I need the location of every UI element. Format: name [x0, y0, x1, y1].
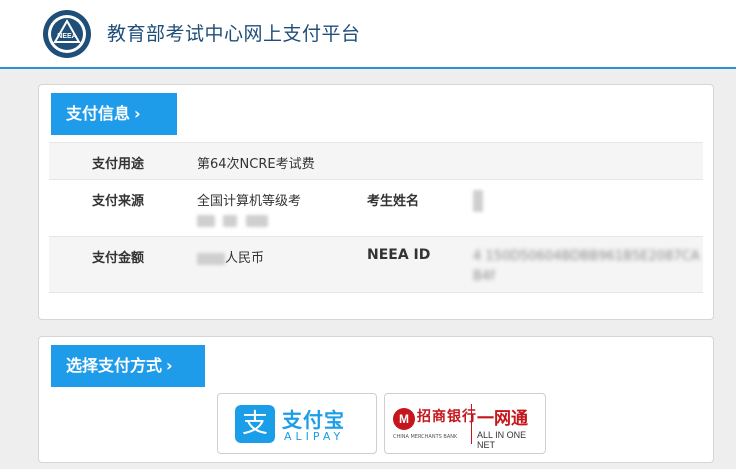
source-label: 支付来源: [92, 194, 145, 209]
chevron-right-icon: ›: [166, 356, 173, 375]
amount-label: 支付金额: [92, 251, 145, 266]
amount-redacted: [197, 252, 225, 265]
alipay-button[interactable]: 支 支付宝 ALIPAY: [217, 393, 377, 454]
table-row: 支付用途 第64次NCRE考试费: [49, 142, 703, 179]
site-header: NEEA 教育部考试中心网上支付平台: [0, 0, 736, 69]
source-value-redacted: [197, 212, 268, 230]
cmb-product-name: 一网通: [477, 409, 528, 429]
cmb-product-sub: ALL IN ONE NET: [477, 430, 527, 450]
alipay-sub: ALIPAY: [284, 430, 345, 443]
candidate-name-label: 考生姓名: [367, 194, 420, 209]
chevron-right-icon: ›: [134, 104, 141, 123]
payment-info-title: 支付信息: [66, 104, 131, 123]
logo-text: NEEA: [57, 33, 76, 40]
payment-method-panel: 选择支付方式 › 支 支付宝 ALIPAY M 招商银行 CHINA MERCHA…: [38, 336, 714, 463]
source-value: 全国计算机等级考: [197, 194, 302, 209]
payment-method-title: 选择支付方式: [66, 356, 163, 375]
cmb-divider: [471, 404, 472, 444]
cmb-english-name: CHINA MERCHANTS BANK: [393, 434, 458, 440]
amount-currency: 人民币: [225, 251, 265, 266]
neea-id-label: NEEA ID: [367, 247, 431, 263]
neea-logo-icon: NEEA: [43, 10, 91, 58]
table-row: 支付来源 全国计算机等级考 考生姓名: [49, 179, 703, 236]
neea-id-value: 4 150D50604BDBB961B5E2087CAB4f: [473, 249, 700, 284]
site-title: 教育部考试中心网上支付平台: [107, 23, 361, 45]
purpose-label: 支付用途: [92, 157, 145, 172]
payment-info-panel: 支付信息 › 支付用途 第64次NCRE考试费 支付来源 全国计算机等级考 考生姓…: [38, 84, 714, 320]
cmb-netbank-button[interactable]: M 招商银行 CHINA MERCHANTS BANK 一网通 ALL IN O…: [384, 393, 546, 454]
purpose-value: 第64次NCRE考试费: [197, 157, 315, 172]
alipay-icon: 支: [235, 405, 275, 443]
table-row: 支付金额 人民币 NEEA ID 4 150D50604BDBB961B5E20…: [49, 236, 703, 293]
payment-method-heading: 选择支付方式 ›: [51, 345, 205, 387]
candidate-name-redacted: [473, 190, 703, 212]
payment-info-table: 支付用途 第64次NCRE考试费 支付来源 全国计算机等级考 考生姓名 支付金额…: [49, 142, 703, 293]
amount-value: 人民币: [197, 247, 264, 266]
payment-info-heading: 支付信息 ›: [51, 93, 177, 135]
cmb-logo-icon: M: [393, 408, 415, 430]
cmb-name: 招商银行: [417, 409, 477, 425]
alipay-name: 支付宝: [282, 408, 345, 432]
